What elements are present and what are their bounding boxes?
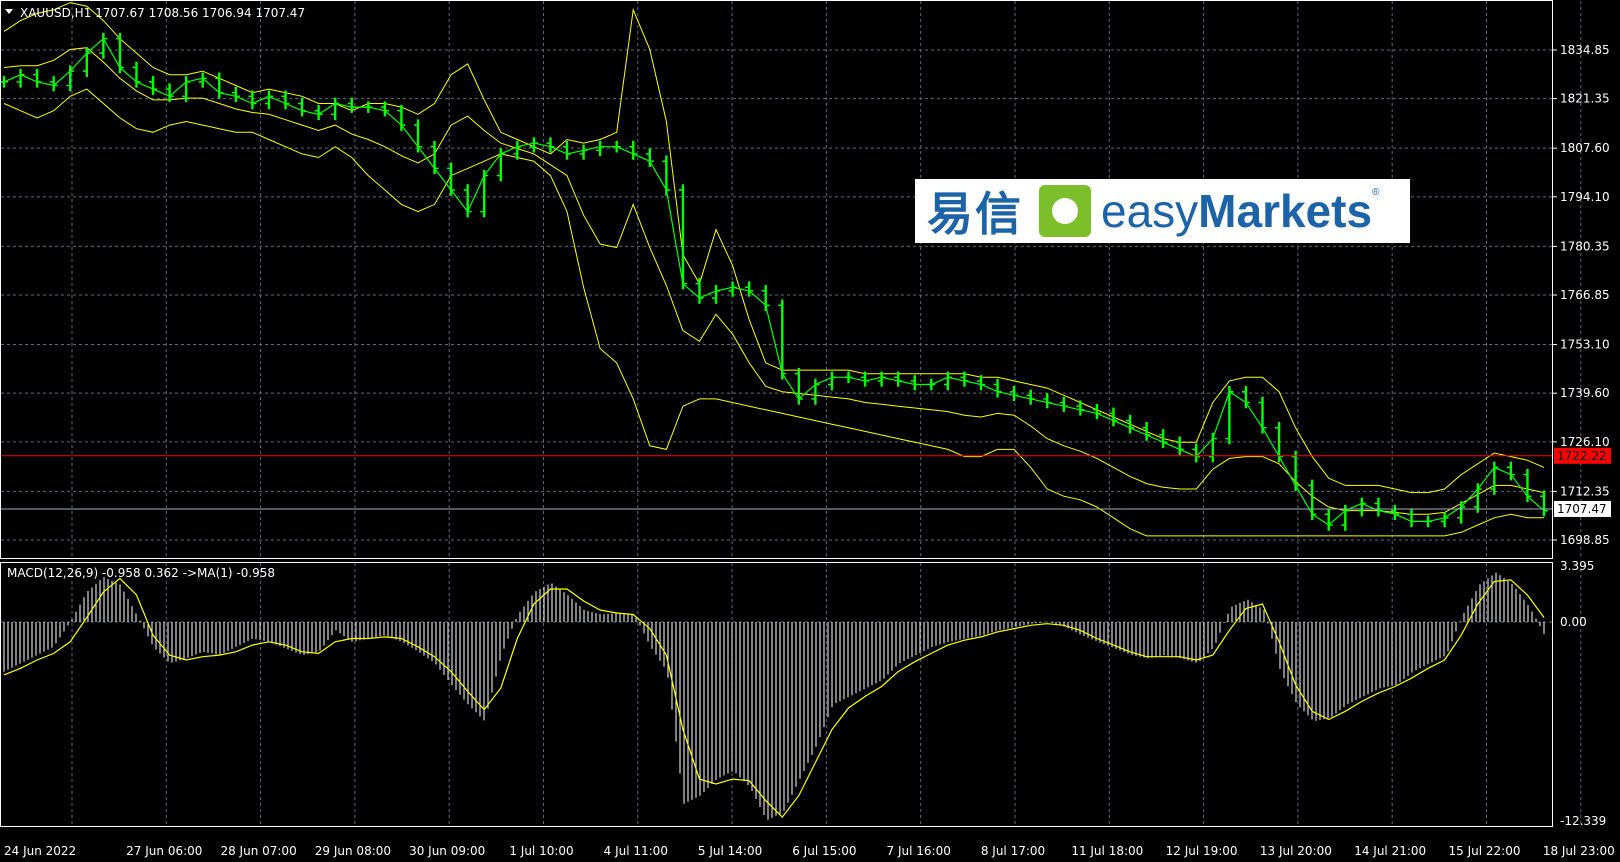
y-tick-label: 1834.85 [1560, 43, 1610, 57]
middle-bollinger-band [3, 47, 1545, 515]
symbol-info: XAUUSD,H1 1707.67 1708.56 1706.94 1707.4… [20, 6, 305, 20]
macd-y-tick-label: 3.395 [1560, 559, 1594, 573]
x-tick-label: 28 Jun 07:00 [220, 844, 296, 858]
brand-logo: 易信 easyMarkets ® [915, 179, 1410, 243]
y-tick-label: 1726.10 [1560, 435, 1610, 449]
x-tick-label: 18 Jul 23:00 [1543, 844, 1615, 858]
y-tick-label: 1780.35 [1560, 239, 1610, 253]
x-tick-label: 27 Jun 06:00 [126, 844, 202, 858]
x-tick-label: 1 Jul 10:00 [509, 844, 573, 858]
logo-easy: easy [1101, 185, 1199, 237]
macd-signal-line [3, 577, 1545, 819]
x-tick-label: 12 Jul 19:00 [1166, 844, 1238, 858]
macd-y-tick-label: -12.339 [1560, 814, 1606, 828]
y-tick-label: 1753.10 [1560, 338, 1610, 352]
x-tick-label: 4 Jul 11:00 [604, 844, 668, 858]
logo-mark-icon [1039, 185, 1091, 237]
dropdown-triangle-icon[interactable] [5, 9, 13, 14]
y-tick-label: 1698.85 [1560, 533, 1610, 547]
x-tick-label: 13 Jul 20:00 [1260, 844, 1332, 858]
y-tick-label: 1766.85 [1560, 288, 1610, 302]
y-tick-label: 1821.35 [1560, 92, 1610, 106]
last-price-label: 1707.47 [1557, 502, 1607, 516]
logo-english-text: easyMarkets [1101, 184, 1372, 238]
x-tick-label: 30 Jun 09:00 [409, 844, 485, 858]
x-tick-label: 5 Jul 14:00 [698, 844, 762, 858]
trading-chart: 24 Jun 2022 27 Jun 06:00 28 Jun 07:00 29 Ju… [0, 0, 1615, 858]
upper-bollinger-band [3, 2, 1545, 494]
close-line [3, 37, 1545, 526]
x-tick-label: 24 Jun 2022 [4, 844, 76, 858]
logo-markets: Markets [1198, 185, 1373, 237]
x-tick-label: 15 Jul 22:00 [1449, 844, 1521, 858]
macd-y-tick-label: 0.00 [1560, 615, 1587, 629]
price-panel[interactable] [0, 2, 1552, 537]
level-price-label: 1722.22 [1557, 449, 1607, 463]
y-tick-label: 1794.10 [1560, 190, 1610, 204]
x-tick-label: 6 Jul 15:00 [792, 844, 856, 858]
macd-info: MACD(12,26,9) -0.958 0.362 ->MA(1) -0.95… [7, 566, 275, 580]
macd-panel[interactable] [3, 572, 1545, 820]
logo-chinese-text: 易信 [927, 187, 1023, 241]
x-tick-label: 7 Jul 16:00 [887, 844, 951, 858]
x-tick-label: 14 Jul 21:00 [1354, 844, 1426, 858]
logo-registered-icon: ® [1372, 187, 1380, 198]
x-tick-label: 8 Jul 17:00 [981, 844, 1045, 858]
lower-bollinger-band [3, 88, 1544, 537]
x-tick-label: 11 Jul 18:00 [1071, 844, 1143, 858]
y-tick-label: 1739.60 [1560, 386, 1610, 400]
y-tick-label: 1712.35 [1560, 484, 1610, 498]
y-tick-label: 1807.60 [1560, 141, 1610, 155]
x-tick-label: 29 Jun 08:00 [315, 844, 391, 858]
